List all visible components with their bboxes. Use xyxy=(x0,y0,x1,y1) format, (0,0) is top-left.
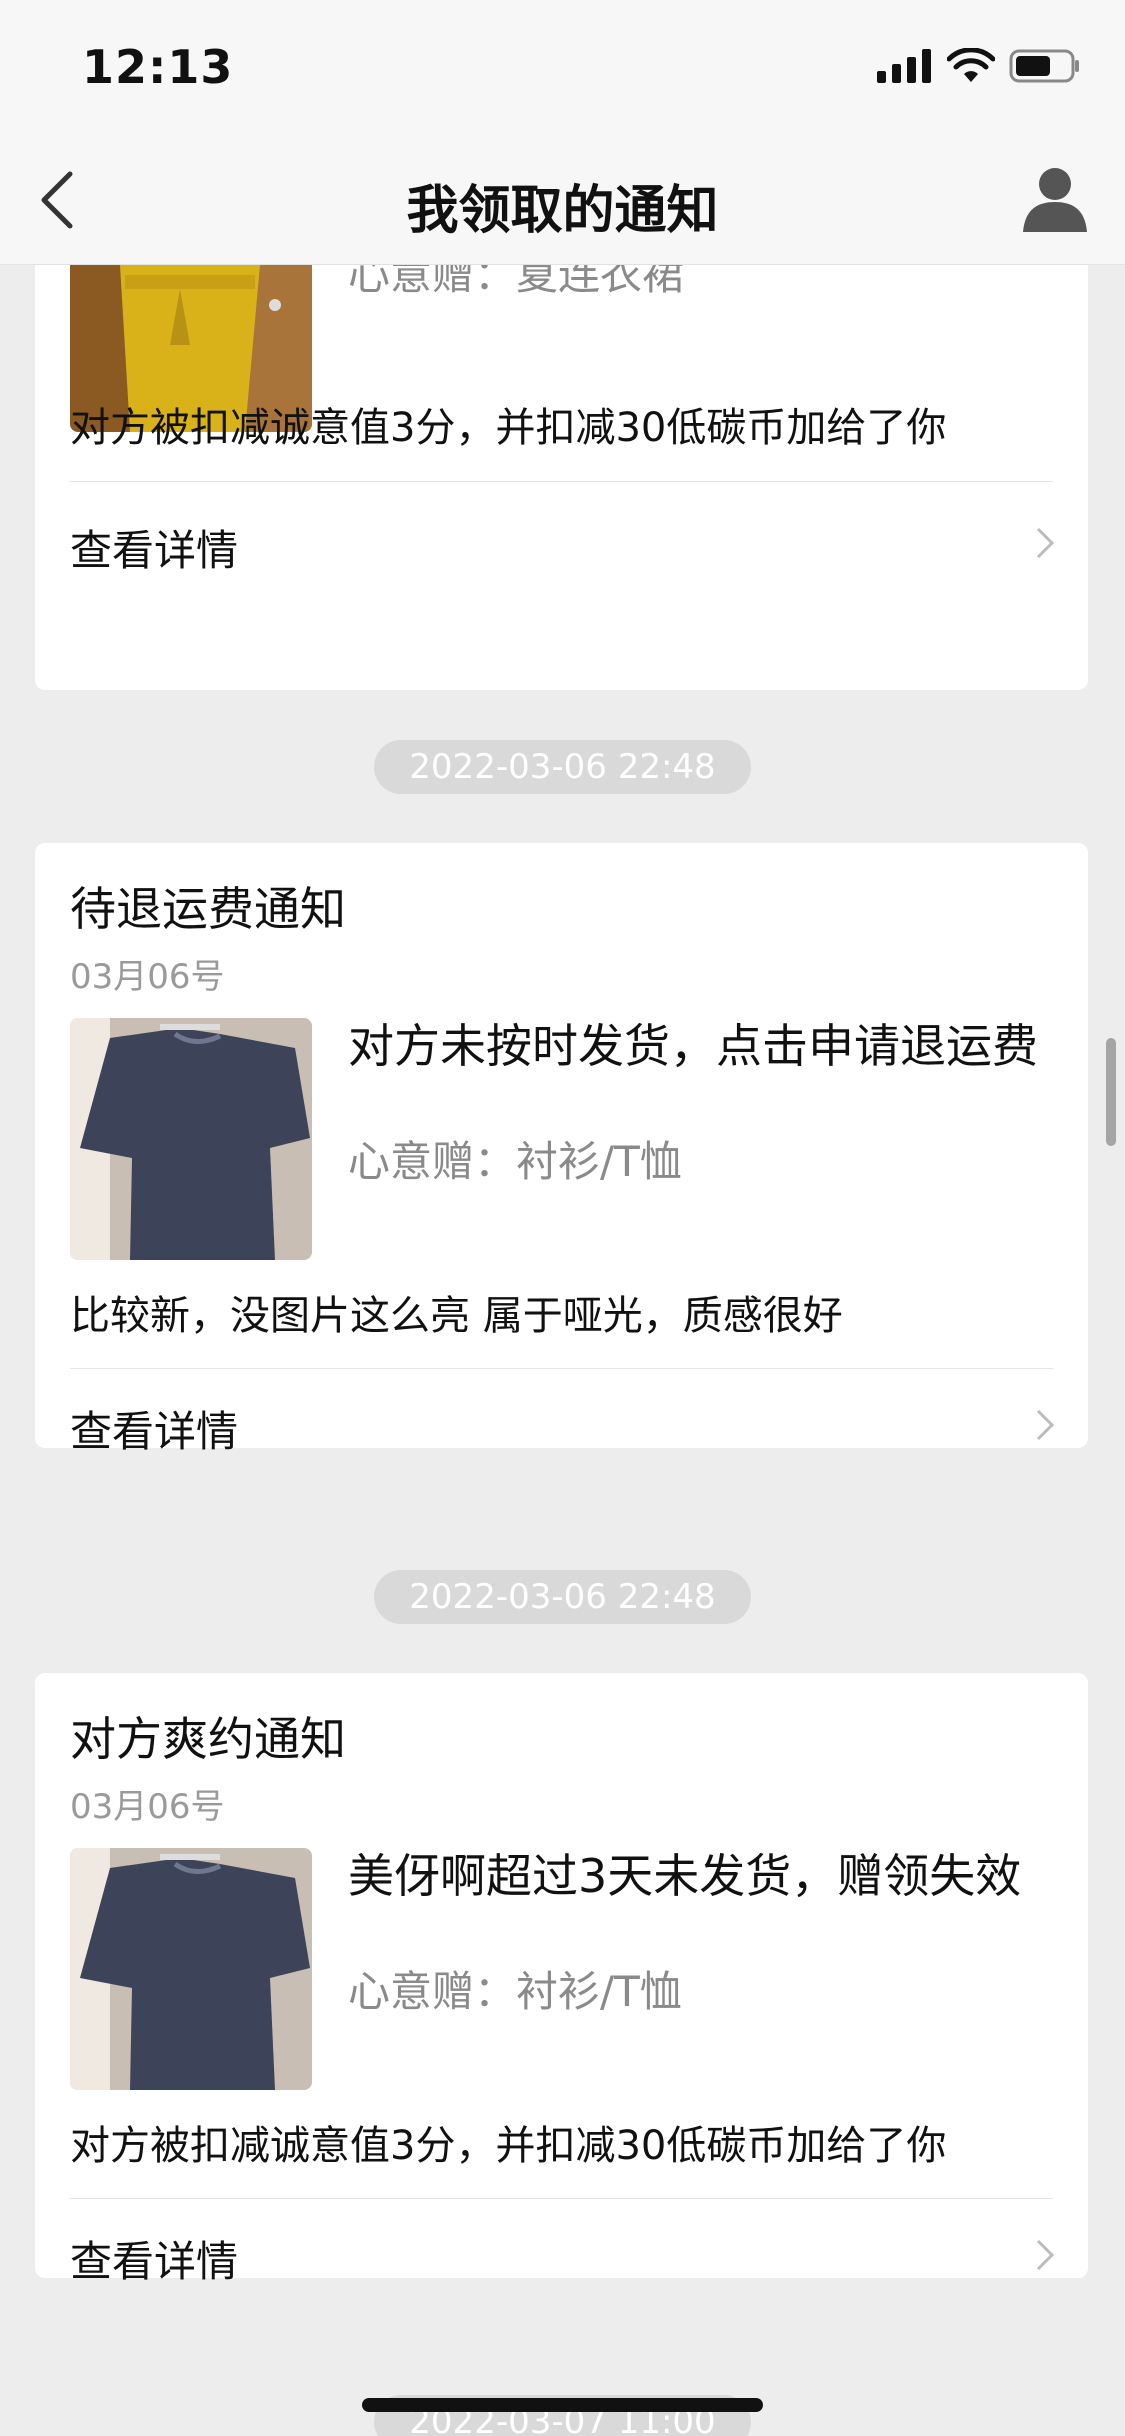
wifi-icon xyxy=(947,48,995,82)
item-thumbnail-shirt[interactable] xyxy=(70,1848,312,2090)
status-icons xyxy=(877,46,1081,86)
divider xyxy=(70,481,1053,482)
user-icon[interactable] xyxy=(1019,162,1091,234)
divider xyxy=(70,2198,1053,2199)
view-details-link[interactable]: 查看详情 xyxy=(70,517,238,578)
timestamp-pill: 2022-03-06 22:48 xyxy=(374,740,751,794)
notification-description: 对方被扣减诚意值3分，并扣减30低碳币加给了你 xyxy=(70,2123,947,2169)
navigation-bar: 我领取的通知 xyxy=(0,132,1125,265)
notification-title: 对方爽约通知 xyxy=(70,1712,346,1766)
item-thumbnail-shirt[interactable] xyxy=(70,1018,312,1260)
notification-list[interactable]: 效 心意赠：夏连衣裙 对方被扣减诚意值3分，并扣减30低碳币加给了你 查看详情 … xyxy=(0,265,1125,2436)
gift-item-label: 心意赠：夏连衣裙 xyxy=(348,265,685,299)
view-details-link[interactable]: 查看详情 xyxy=(70,1398,238,1459)
notification-description: 比较新，没图片这么亮 属于哑光，质感很好 xyxy=(70,1293,843,1339)
notification-card: 对方爽约通知 03月06号 美伢啊超过3天未发货，赠领失效 心意赠：衬衫/T恤 … xyxy=(35,1673,1088,2286)
divider xyxy=(70,1368,1053,1369)
battery-icon xyxy=(1009,49,1079,83)
signal-icon xyxy=(877,49,931,83)
notification-card: 效 心意赠：夏连衣裙 对方被扣减诚意值3分，并扣减30低碳币加给了你 查看详情 xyxy=(35,265,1088,690)
home-indicator[interactable] xyxy=(362,2398,763,2412)
timestamp-pill: 2022-03-06 22:48 xyxy=(374,1570,751,1624)
notification-card: 待退运费通知 03月06号 对方未按时发货，点击申请退运费 心意赠：衬衫/T恤 … xyxy=(35,843,1088,1456)
chevron-right-icon xyxy=(1036,527,1055,559)
page-title: 我领取的通知 xyxy=(406,181,719,241)
notification-date: 03月06号 xyxy=(70,1787,225,1827)
chevron-right-icon xyxy=(1036,2239,1055,2271)
view-details-link[interactable]: 查看详情 xyxy=(70,2228,238,2289)
chevron-right-icon xyxy=(1036,1409,1055,1441)
notification-date: 03月06号 xyxy=(70,957,225,997)
status-time: 12:13 xyxy=(82,40,234,94)
notification-headline: 对方未按时发货，点击申请退运费 xyxy=(348,1019,1038,1073)
notification-headline: 美伢啊超过3天未发货，赠领失效 xyxy=(348,1849,1022,1903)
status-bar: 12:13 xyxy=(0,0,1125,132)
notification-description: 对方被扣减诚意值3分，并扣减30低碳币加给了你 xyxy=(70,405,947,451)
scrollbar[interactable] xyxy=(1106,1038,1116,1146)
notification-title: 待退运费通知 xyxy=(70,882,346,936)
gift-item-label: 心意赠：衬衫/T恤 xyxy=(348,1967,682,2016)
gift-item-label: 心意赠：衬衫/T恤 xyxy=(348,1137,682,1186)
